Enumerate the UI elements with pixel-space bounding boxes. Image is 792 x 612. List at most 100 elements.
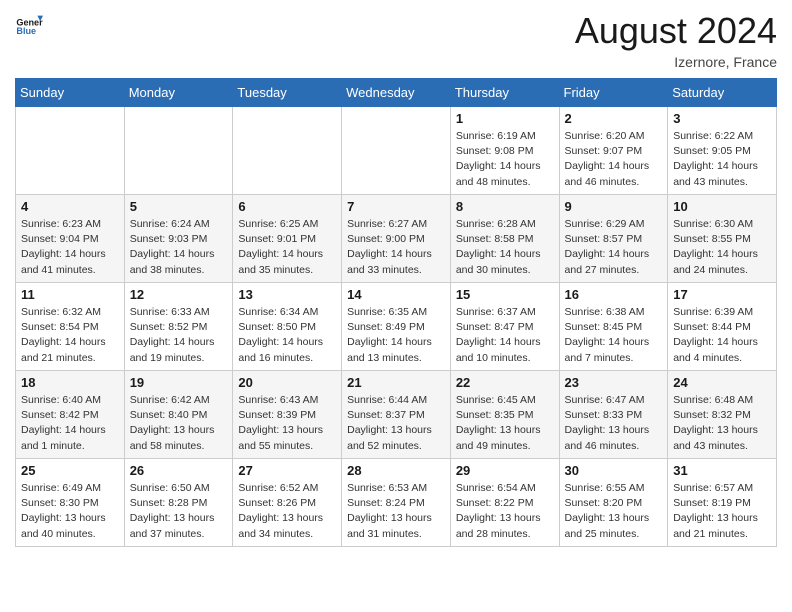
page-header: General Blue August 2024 Izernore, Franc… (15, 10, 777, 70)
empty-cell (16, 107, 125, 195)
day-number: 26 (130, 463, 228, 478)
day-cell-4: 4 Sunrise: 6:23 AM Sunset: 9:04 PM Daylig… (16, 195, 125, 283)
day-cell-26: 26 Sunrise: 6:50 AM Sunset: 8:28 PM Dayli… (124, 459, 233, 547)
weekday-header-sunday: Sunday (16, 79, 125, 107)
day-info: Sunrise: 6:34 AM Sunset: 8:50 PM Dayligh… (238, 305, 336, 366)
week-row-2: 4 Sunrise: 6:23 AM Sunset: 9:04 PM Daylig… (16, 195, 777, 283)
day-number: 28 (347, 463, 445, 478)
day-info: Sunrise: 6:43 AM Sunset: 8:39 PM Dayligh… (238, 393, 336, 454)
day-cell-17: 17 Sunrise: 6:39 AM Sunset: 8:44 PM Dayli… (668, 283, 777, 371)
day-number: 4 (21, 199, 119, 214)
day-cell-30: 30 Sunrise: 6:55 AM Sunset: 8:20 PM Dayli… (559, 459, 668, 547)
day-info: Sunrise: 6:45 AM Sunset: 8:35 PM Dayligh… (456, 393, 554, 454)
day-cell-15: 15 Sunrise: 6:37 AM Sunset: 8:47 PM Dayli… (450, 283, 559, 371)
day-number: 30 (565, 463, 663, 478)
logo-icon: General Blue (15, 10, 43, 38)
day-info: Sunrise: 6:28 AM Sunset: 8:58 PM Dayligh… (456, 217, 554, 278)
day-info: Sunrise: 6:23 AM Sunset: 9:04 PM Dayligh… (21, 217, 119, 278)
day-cell-14: 14 Sunrise: 6:35 AM Sunset: 8:49 PM Dayli… (342, 283, 451, 371)
day-info: Sunrise: 6:37 AM Sunset: 8:47 PM Dayligh… (456, 305, 554, 366)
day-info: Sunrise: 6:19 AM Sunset: 9:08 PM Dayligh… (456, 129, 554, 190)
day-number: 25 (21, 463, 119, 478)
day-number: 7 (347, 199, 445, 214)
day-info: Sunrise: 6:53 AM Sunset: 8:24 PM Dayligh… (347, 481, 445, 542)
day-info: Sunrise: 6:38 AM Sunset: 8:45 PM Dayligh… (565, 305, 663, 366)
day-cell-13: 13 Sunrise: 6:34 AM Sunset: 8:50 PM Dayli… (233, 283, 342, 371)
weekday-header-thursday: Thursday (450, 79, 559, 107)
day-number: 19 (130, 375, 228, 390)
day-cell-9: 9Sunrise: 6:29 AM Sunset: 8:57 PM Daylig… (559, 195, 668, 283)
day-info: Sunrise: 6:42 AM Sunset: 8:40 PM Dayligh… (130, 393, 228, 454)
day-number: 6 (238, 199, 336, 214)
day-number: 12 (130, 287, 228, 302)
month-title: August 2024 (575, 10, 777, 52)
day-number: 5 (130, 199, 228, 214)
day-number: 29 (456, 463, 554, 478)
day-info: Sunrise: 6:35 AM Sunset: 8:49 PM Dayligh… (347, 305, 445, 366)
day-cell-16: 16 Sunrise: 6:38 AM Sunset: 8:45 PM Dayli… (559, 283, 668, 371)
weekday-header-tuesday: Tuesday (233, 79, 342, 107)
day-cell-1: 1Sunrise: 6:19 AM Sunset: 9:08 PM Daylig… (450, 107, 559, 195)
day-cell-23: 23Sunrise: 6:47 AM Sunset: 8:33 PM Dayli… (559, 371, 668, 459)
empty-cell (342, 107, 451, 195)
day-cell-20: 20 Sunrise: 6:43 AM Sunset: 8:39 PM Dayli… (233, 371, 342, 459)
day-info: Sunrise: 6:55 AM Sunset: 8:20 PM Dayligh… (565, 481, 663, 542)
day-number: 3 (673, 111, 771, 126)
day-info: Sunrise: 6:39 AM Sunset: 8:44 PM Dayligh… (673, 305, 771, 366)
week-row-5: 25 Sunrise: 6:49 AM Sunset: 8:30 PM Dayli… (16, 459, 777, 547)
day-number: 20 (238, 375, 336, 390)
day-info: Sunrise: 6:47 AM Sunset: 8:33 PM Dayligh… (565, 393, 663, 454)
day-info: Sunrise: 6:32 AM Sunset: 8:54 PM Dayligh… (21, 305, 119, 366)
day-info: Sunrise: 6:52 AM Sunset: 8:26 PM Dayligh… (238, 481, 336, 542)
day-number: 24 (673, 375, 771, 390)
calendar-table: SundayMondayTuesdayWednesdayThursdayFrid… (15, 78, 777, 547)
day-info: Sunrise: 6:25 AM Sunset: 9:01 PM Dayligh… (238, 217, 336, 278)
logo: General Blue (15, 10, 43, 38)
day-info: Sunrise: 6:50 AM Sunset: 8:28 PM Dayligh… (130, 481, 228, 542)
day-number: 13 (238, 287, 336, 302)
day-cell-11: 11 Sunrise: 6:32 AM Sunset: 8:54 PM Dayli… (16, 283, 125, 371)
day-number: 9 (565, 199, 663, 214)
day-number: 18 (21, 375, 119, 390)
day-info: Sunrise: 6:30 AM Sunset: 8:55 PM Dayligh… (673, 217, 771, 278)
day-number: 22 (456, 375, 554, 390)
day-info: Sunrise: 6:20 AM Sunset: 9:07 PM Dayligh… (565, 129, 663, 190)
day-cell-29: 29 Sunrise: 6:54 AM Sunset: 8:22 PM Dayli… (450, 459, 559, 547)
day-number: 15 (456, 287, 554, 302)
day-cell-22: 22 Sunrise: 6:45 AM Sunset: 8:35 PM Dayli… (450, 371, 559, 459)
day-info: Sunrise: 6:24 AM Sunset: 9:03 PM Dayligh… (130, 217, 228, 278)
week-row-4: 18 Sunrise: 6:40 AM Sunset: 8:42 PM Dayli… (16, 371, 777, 459)
day-cell-31: 31Sunrise: 6:57 AM Sunset: 8:19 PM Dayli… (668, 459, 777, 547)
day-cell-27: 27Sunrise: 6:52 AM Sunset: 8:26 PM Dayli… (233, 459, 342, 547)
day-cell-12: 12 Sunrise: 6:33 AM Sunset: 8:52 PM Dayli… (124, 283, 233, 371)
location: Izernore, France (575, 54, 777, 70)
day-cell-18: 18 Sunrise: 6:40 AM Sunset: 8:42 PM Dayli… (16, 371, 125, 459)
day-number: 17 (673, 287, 771, 302)
day-cell-6: 6 Sunrise: 6:25 AM Sunset: 9:01 PM Daylig… (233, 195, 342, 283)
empty-cell (124, 107, 233, 195)
day-number: 11 (21, 287, 119, 302)
day-info: Sunrise: 6:33 AM Sunset: 8:52 PM Dayligh… (130, 305, 228, 366)
day-info: Sunrise: 6:40 AM Sunset: 8:42 PM Dayligh… (21, 393, 119, 454)
day-number: 16 (565, 287, 663, 302)
day-number: 31 (673, 463, 771, 478)
day-number: 14 (347, 287, 445, 302)
weekday-header-wednesday: Wednesday (342, 79, 451, 107)
svg-text:Blue: Blue (16, 26, 36, 36)
day-cell-21: 21Sunrise: 6:44 AM Sunset: 8:37 PM Dayli… (342, 371, 451, 459)
empty-cell (233, 107, 342, 195)
weekday-header-row: SundayMondayTuesdayWednesdayThursdayFrid… (16, 79, 777, 107)
day-number: 21 (347, 375, 445, 390)
day-info: Sunrise: 6:54 AM Sunset: 8:22 PM Dayligh… (456, 481, 554, 542)
day-number: 2 (565, 111, 663, 126)
day-cell-28: 28 Sunrise: 6:53 AM Sunset: 8:24 PM Dayli… (342, 459, 451, 547)
day-number: 8 (456, 199, 554, 214)
day-cell-2: 2 Sunrise: 6:20 AM Sunset: 9:07 PM Daylig… (559, 107, 668, 195)
day-cell-19: 19 Sunrise: 6:42 AM Sunset: 8:40 PM Dayli… (124, 371, 233, 459)
day-cell-25: 25 Sunrise: 6:49 AM Sunset: 8:30 PM Dayli… (16, 459, 125, 547)
day-info: Sunrise: 6:22 AM Sunset: 9:05 PM Dayligh… (673, 129, 771, 190)
day-cell-5: 5 Sunrise: 6:24 AM Sunset: 9:03 PM Daylig… (124, 195, 233, 283)
day-info: Sunrise: 6:49 AM Sunset: 8:30 PM Dayligh… (21, 481, 119, 542)
day-info: Sunrise: 6:48 AM Sunset: 8:32 PM Dayligh… (673, 393, 771, 454)
title-block: August 2024 Izernore, France (575, 10, 777, 70)
